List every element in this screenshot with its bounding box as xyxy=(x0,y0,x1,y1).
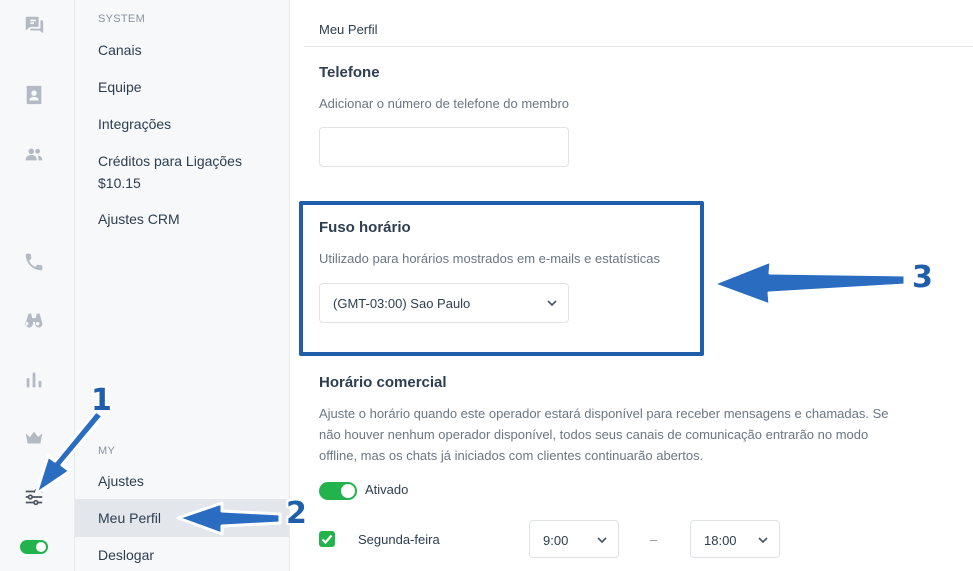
settings-menu: SYSTEM Canais Equipe Integrações Crédito… xyxy=(75,0,290,571)
page-title: Meu Perfil xyxy=(319,22,378,37)
timezone-section-title: Fuso horário xyxy=(319,219,411,236)
credits-value: $10.15 xyxy=(98,175,141,191)
settings-sliders-icon[interactable] xyxy=(22,485,46,509)
start-time-value: 9:00 xyxy=(543,533,569,548)
step-2-number: 2 xyxy=(286,496,307,531)
business-hours-toggle-label: Ativado xyxy=(365,482,409,497)
timezone-select[interactable]: (GMT-03:00) Sao Paulo xyxy=(319,283,569,323)
menu-item-ajustes[interactable]: Ajustes xyxy=(75,470,289,492)
menu-item-creditos[interactable]: Créditos para Ligações $10.15 xyxy=(75,150,289,194)
menu-item-integracoes[interactable]: Integrações xyxy=(75,113,289,135)
business-hours-description-2: não houver nenhum operador disponível, t… xyxy=(319,427,869,442)
bar-chart-icon[interactable] xyxy=(22,368,46,392)
phone-icon[interactable] xyxy=(22,250,46,274)
end-time-value: 18:00 xyxy=(704,533,737,548)
phone-input[interactable] xyxy=(319,127,569,167)
menu-item-meu-perfil[interactable]: Meu Perfil xyxy=(75,499,289,537)
menu-item-deslogar[interactable]: Deslogar xyxy=(75,544,289,566)
page-header: Meu Perfil xyxy=(304,0,973,47)
business-hours-description-1: Ajuste o horário quando este operador es… xyxy=(319,406,889,421)
chevron-down-icon xyxy=(546,297,558,309)
phone-section-title: Telefone xyxy=(319,64,380,81)
monday-label: Segunda-feira xyxy=(358,532,440,547)
my-section-label: MY xyxy=(98,445,116,457)
chevron-down-icon xyxy=(596,534,608,546)
crown-icon[interactable] xyxy=(22,426,46,450)
start-time-select[interactable]: 9:00 xyxy=(529,520,619,558)
step-3-number: 3 xyxy=(912,260,933,295)
business-hours-toggle[interactable] xyxy=(319,482,357,500)
business-hours-title: Horário comercial xyxy=(319,374,447,391)
time-separator: – xyxy=(650,532,658,547)
timezone-select-value: (GMT-03:00) Sao Paulo xyxy=(333,296,471,311)
monday-checkbox[interactable] xyxy=(319,531,335,547)
team-icon[interactable] xyxy=(22,142,46,166)
system-section-label: SYSTEM xyxy=(98,13,146,25)
menu-item-creditos-label: Créditos para Ligações xyxy=(98,153,242,169)
timezone-section-description: Utilizado para horários mostrados em e-m… xyxy=(319,251,661,266)
icon-rail xyxy=(0,0,75,571)
chevron-down-icon xyxy=(757,534,769,546)
menu-item-ajustes-crm[interactable]: Ajustes CRM xyxy=(75,208,289,230)
end-time-select[interactable]: 18:00 xyxy=(690,520,780,558)
chat-icon[interactable] xyxy=(22,13,46,37)
online-status-toggle[interactable] xyxy=(20,540,48,554)
menu-item-canais[interactable]: Canais xyxy=(75,39,289,61)
menu-item-equipe[interactable]: Equipe xyxy=(75,76,289,98)
profile-main: Meu Perfil Telefone Adicionar o número d… xyxy=(291,0,973,571)
binoculars-icon[interactable] xyxy=(22,308,46,332)
phone-section-description: Adicionar o número de telefone do membro xyxy=(319,96,570,111)
business-hours-description-3: offline, mas os chats já iniciados com c… xyxy=(319,448,704,463)
step-1-number: 1 xyxy=(91,383,112,418)
contact-card-icon[interactable] xyxy=(22,83,46,107)
